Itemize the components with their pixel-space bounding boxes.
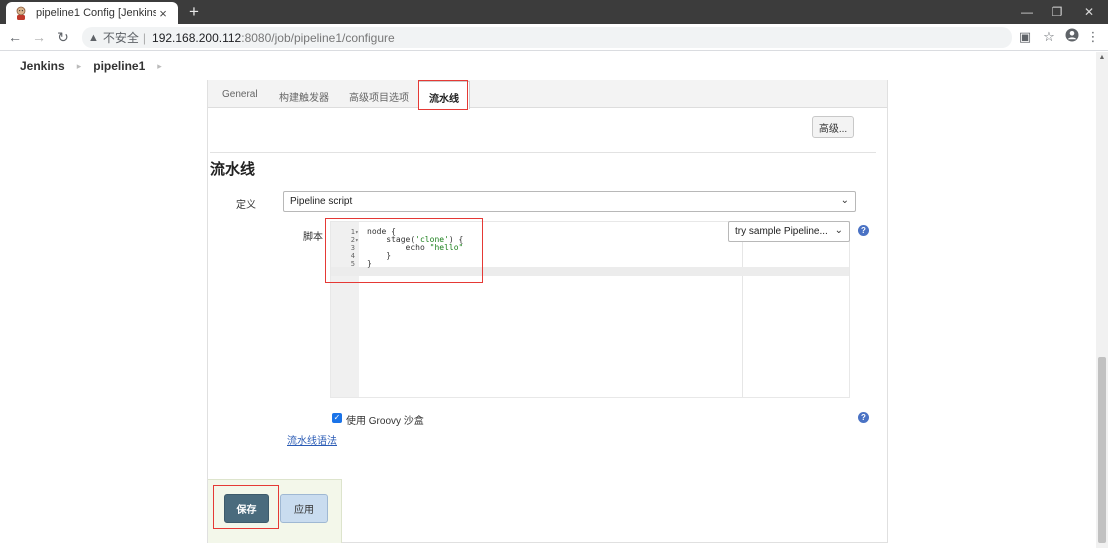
browser-tab[interactable]: pipeline1 Config [Jenkins] × <box>6 2 178 24</box>
chevron-down-icon: ⌄ <box>834 225 843 236</box>
section-divider <box>210 152 876 153</box>
sample-pipeline-value: try sample Pipeline... <box>735 226 828 237</box>
scrollbar-thumb[interactable] <box>1098 357 1106 543</box>
forward-icon[interactable]: → <box>30 28 48 46</box>
tab-advanced-project-options[interactable]: 高级项目选项 <box>349 89 409 104</box>
apply-button[interactable]: 应用 <box>280 494 328 523</box>
menu-icon[interactable]: ⋮ <box>1084 28 1102 46</box>
star-icon[interactable]: ☆ <box>1040 28 1058 46</box>
tab-build-triggers[interactable]: 构建触发器 <box>279 89 329 104</box>
restore-icon[interactable]: ❐ <box>1046 2 1068 22</box>
new-tab-button[interactable]: + <box>184 2 204 22</box>
definition-select[interactable]: Pipeline script ⌄ <box>283 191 856 212</box>
highlight-box-code <box>325 218 483 283</box>
scroll-up-icon[interactable]: ▲ <box>1098 54 1106 61</box>
page-scrollbar[interactable]: ▲ <box>1096 52 1108 548</box>
config-panel: General 构建触发器 高级项目选项 流水线 高级... 流水线 定义 Pi… <box>207 80 888 543</box>
script-label: 脚本 <box>303 232 323 243</box>
advanced-button[interactable]: 高级... <box>812 116 854 138</box>
url-host: 192.168.200.112 <box>152 30 242 45</box>
tab-close-icon[interactable]: × <box>156 6 170 21</box>
highlight-box-tab <box>418 80 468 110</box>
reload-icon[interactable]: ↻ <box>54 28 72 46</box>
back-icon[interactable]: ← <box>6 28 24 46</box>
sandbox-label: 使用 Groovy 沙盒 <box>346 416 424 427</box>
browser-toolbar: ← → ↻ ▲ 不安全 | 192.168.200.112 :8080/job/… <box>0 24 1108 51</box>
tab-general[interactable]: General <box>222 89 258 100</box>
config-tabs: General 构建触发器 高级项目选项 流水线 <box>208 80 887 109</box>
help-icon[interactable]: ? <box>858 412 869 423</box>
breadcrumb: Jenkins ▸ pipeline1 ▸ <box>0 52 1096 80</box>
security-label: 不安全 <box>102 31 139 45</box>
chevron-right-icon: ▸ <box>76 60 82 71</box>
sample-pipeline-select[interactable]: try sample Pipeline... ⌄ <box>728 221 850 242</box>
close-window-icon[interactable]: ✕ <box>1078 2 1100 22</box>
help-icon[interactable]: ? <box>858 225 869 236</box>
account-icon[interactable] <box>1063 28 1081 46</box>
chevron-right-icon[interactable]: ▸ <box>157 61 162 72</box>
section-title: 流水线 <box>210 161 256 178</box>
address-bar[interactable]: ▲ 不安全 | 192.168.200.112 :8080/job/pipeli… <box>82 27 1012 48</box>
translate-icon[interactable]: ▣ <box>1016 28 1034 46</box>
minimize-icon[interactable]: — <box>1016 2 1038 22</box>
pipeline-syntax-link[interactable]: 流水线语法 <box>287 432 337 447</box>
sandbox-checkbox[interactable]: ✓ <box>332 413 342 423</box>
definition-value: Pipeline script <box>290 196 353 207</box>
breadcrumb-pipeline1[interactable]: pipeline1 <box>93 59 145 73</box>
definition-label: 定义 <box>236 200 256 211</box>
chevron-down-icon: ⌄ <box>840 195 849 206</box>
warning-icon: ▲ <box>88 31 99 44</box>
breadcrumb-jenkins[interactable]: Jenkins <box>20 59 65 73</box>
url-separator: | <box>142 30 147 45</box>
url-path: :8080/job/pipeline1/configure <box>241 30 395 45</box>
jenkins-favicon-icon <box>14 6 28 20</box>
tab-title: pipeline1 Config [Jenkins] <box>36 7 156 19</box>
browser-titlebar: pipeline1 Config [Jenkins] × + — ❐ ✕ <box>0 0 1108 24</box>
highlight-box-save <box>213 485 279 529</box>
